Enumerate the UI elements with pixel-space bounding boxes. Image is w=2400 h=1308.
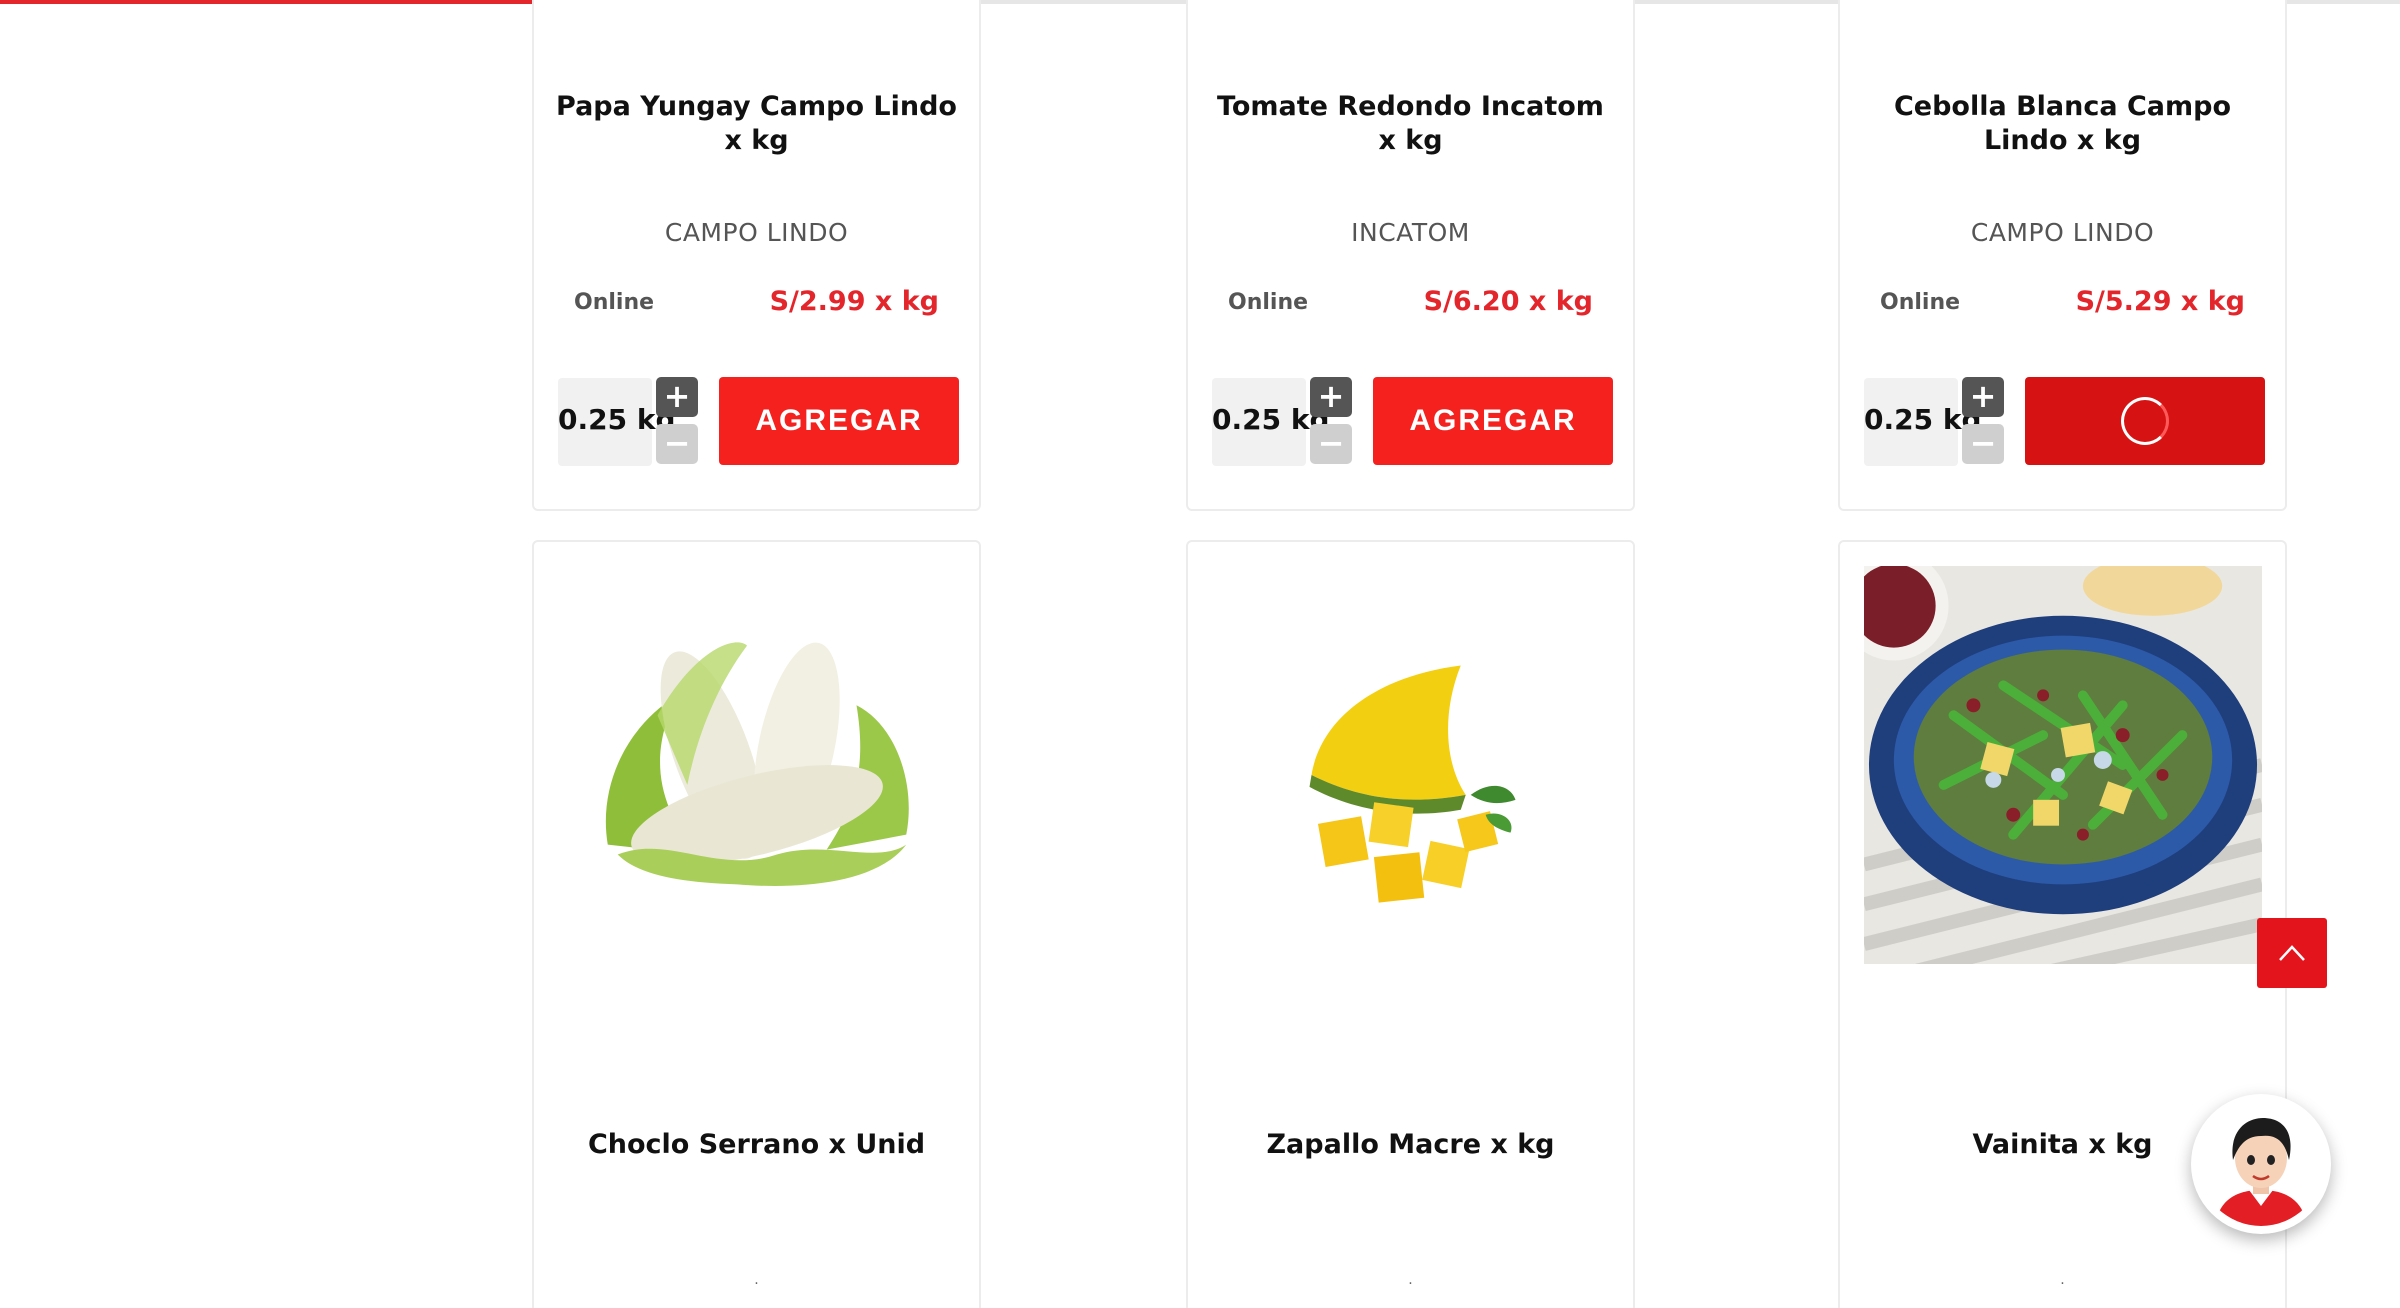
product-brand: CAMPO LINDO — [664, 218, 849, 247]
product-name[interactable]: Cebolla Blanca Campo Lindo x kg — [1860, 90, 2265, 158]
quantity-decrease-button[interactable]: − — [656, 424, 698, 464]
assistant-avatar-icon — [2199, 1102, 2323, 1226]
product-listing-page: Papa Yungay Campo Lindo x kg CAMPO LINDO… — [0, 0, 2400, 1308]
chat-assistant-button[interactable] — [2191, 1094, 2331, 1234]
sales-channel-label: Online — [1880, 290, 1961, 315]
product-card[interactable]: Papa Yungay Campo Lindo x kg CAMPO LINDO… — [532, 0, 981, 511]
product-name[interactable]: Zapallo Macre x kg — [1208, 1128, 1613, 1162]
loading-spinner-icon — [2121, 397, 2169, 445]
quantity-field[interactable]: 0.25 kg — [1212, 378, 1330, 466]
add-to-cart-button[interactable]: AGREGAR — [719, 377, 959, 465]
add-to-cart-button[interactable]: AGREGAR — [1373, 377, 1613, 465]
chevron-up-icon — [2279, 945, 2305, 961]
quantity-decrease-button[interactable]: − — [1962, 424, 2004, 464]
add-to-cart-button[interactable] — [2025, 377, 2265, 465]
product-image-green-bean-salad[interactable] — [1864, 566, 2262, 964]
product-price: S/6.20 x kg — [1423, 286, 1593, 317]
product-image-corn[interactable] — [558, 566, 956, 964]
quantity-field[interactable]: 0.25 kg — [1864, 378, 1982, 466]
product-brand: INCATOM — [1351, 218, 1470, 247]
page-loading-bar-fill — [0, 0, 624, 4]
product-card[interactable]: Cebolla Blanca Campo Lindo x kg CAMPO LI… — [1838, 0, 2287, 511]
product-brand: . — [754, 1272, 759, 1288]
quantity-field[interactable]: 0.25 kg — [558, 378, 676, 466]
product-brand: . — [2060, 1272, 2065, 1288]
product-price: S/2.99 x kg — [769, 286, 939, 317]
quantity-decrease-button[interactable]: − — [1310, 424, 1352, 464]
product-name[interactable]: Papa Yungay Campo Lindo x kg — [554, 90, 959, 158]
product-image-squash[interactable] — [1212, 566, 1610, 964]
quantity-increase-button[interactable]: + — [1962, 377, 2004, 417]
product-card[interactable]: Choclo Serrano x Unid . — [532, 540, 981, 1308]
sales-channel-label: Online — [574, 290, 655, 315]
sales-channel-label: Online — [1228, 290, 1309, 315]
quantity-increase-button[interactable]: + — [1310, 377, 1352, 417]
product-card[interactable]: Zapallo Macre x kg . — [1186, 540, 1635, 1308]
product-name[interactable]: Choclo Serrano x Unid — [554, 1128, 959, 1162]
scroll-to-top-button[interactable] — [2257, 918, 2327, 988]
product-brand: CAMPO LINDO — [1970, 218, 2155, 247]
product-brand: . — [1408, 1272, 1413, 1288]
quantity-increase-button[interactable]: + — [656, 377, 698, 417]
product-card[interactable]: Tomate Redondo Incatom x kg INCATOM Onli… — [1186, 0, 1635, 511]
product-price: S/5.29 x kg — [2075, 286, 2245, 317]
product-name[interactable]: Tomate Redondo Incatom x kg — [1208, 90, 1613, 158]
